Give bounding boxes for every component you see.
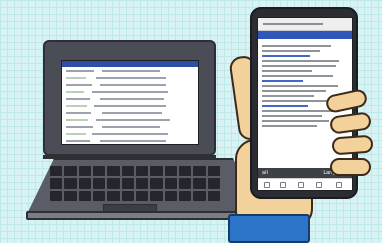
text-line [262,70,312,72]
key [78,166,91,177]
key [107,178,120,189]
laptop-lid [43,40,216,156]
text-line [262,85,338,87]
key [121,166,134,177]
key [135,166,149,177]
text-line [262,125,318,127]
laptop-screen-row [62,111,198,116]
scene: all Language [0,0,382,243]
key [121,190,134,201]
key [164,166,177,177]
phone-page-banner [258,31,352,39]
text-line [262,55,311,57]
laptop-screen-row [62,97,198,102]
laptop-screen-row [62,139,198,144]
key [92,166,106,177]
key [50,166,63,177]
laptop-screen-row [62,76,198,81]
forward-icon [280,182,286,188]
text-line [262,80,304,82]
laptop-screen-row [62,118,198,123]
finger [330,158,371,176]
text-line [262,110,335,112]
key [193,190,206,201]
laptop-screen-row [62,83,198,88]
key [92,190,106,201]
key [78,178,91,189]
key [178,166,192,177]
key [50,178,63,189]
laptop-screen-row [62,104,198,109]
key [107,190,120,201]
back-icon [264,182,270,188]
key [207,178,220,189]
key [64,190,77,201]
key [178,190,192,201]
text-line [262,75,333,77]
key [193,166,206,177]
key [92,178,106,189]
key [64,166,77,177]
key [207,190,220,201]
phone-nav-bar [258,178,352,190]
phone-address-bar [258,18,352,31]
home-icon [298,182,304,188]
key [178,178,192,189]
laptop-screen-header [62,61,198,67]
key [193,178,206,189]
key [150,178,163,189]
laptop-screen-row [62,69,198,74]
key [150,166,163,177]
text-line [262,45,331,47]
key [150,190,163,201]
key [164,178,177,189]
key [107,166,120,177]
text-line [262,90,326,92]
sleeve [228,214,310,243]
text-line [262,50,321,52]
key [64,178,77,189]
key [135,190,149,201]
menu-icon [336,182,342,188]
key [164,190,177,201]
laptop-screen-row [62,125,198,130]
text-line [262,65,336,67]
key [207,166,220,177]
laptop-keyboard [50,166,220,201]
text-line [262,105,309,107]
laptop-screen-row [62,90,198,95]
tabs-icon [316,182,322,188]
laptop-screen-row [62,132,198,137]
finger [331,134,374,156]
key [135,178,149,189]
laptop-front-edge [26,211,261,220]
text-line [262,115,323,117]
text-line [262,120,330,122]
text-line [262,60,340,62]
key [50,190,63,201]
key [121,178,134,189]
key [78,190,91,201]
text-line [262,95,314,97]
laptop-screen [61,60,199,145]
